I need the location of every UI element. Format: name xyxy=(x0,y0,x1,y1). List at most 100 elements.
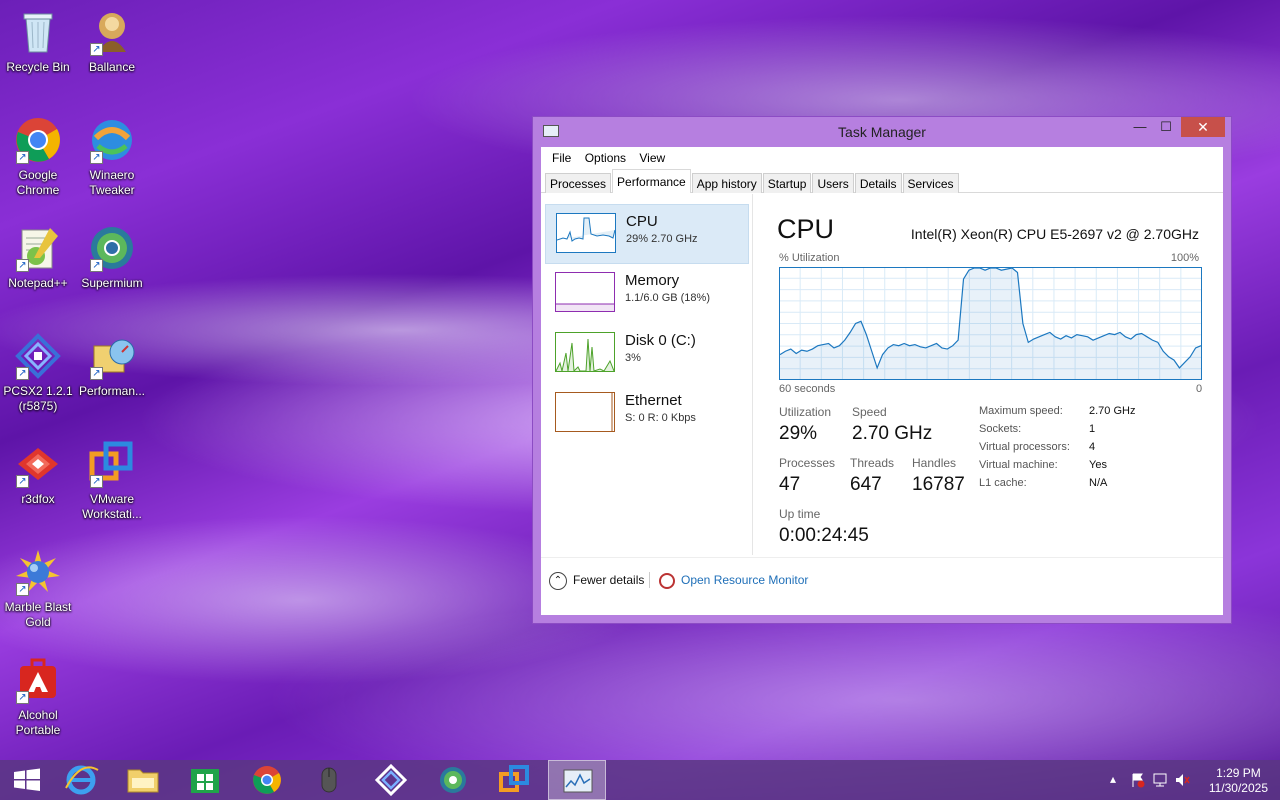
fewer-details-label: Fewer details xyxy=(573,573,645,588)
desktop-icon-r3dfox[interactable]: ↗ r3dfox xyxy=(0,440,76,507)
shortcut-arrow-icon: ↗ xyxy=(90,151,103,164)
stat-threads: Threads 647 xyxy=(850,456,894,496)
clock-time: 1:29 PM xyxy=(1216,766,1261,780)
maximize-button[interactable]: ☐ xyxy=(1153,117,1179,137)
stat-label: Utilization xyxy=(779,405,832,419)
taskbar-task-manager[interactable] xyxy=(548,760,606,800)
resource-item-memory[interactable]: Memory 1.1/6.0 GB (18%) xyxy=(545,264,749,324)
ethernet-thumbnail-graph xyxy=(555,392,615,432)
taskbar-supermium[interactable] xyxy=(424,760,482,800)
menu-file[interactable]: File xyxy=(547,147,576,169)
chevron-up-icon: ⌃ xyxy=(549,572,567,590)
desktop-icon-ballance[interactable]: ↗ Ballance xyxy=(74,8,150,75)
stat-value: 47 xyxy=(779,474,801,495)
desktop-icon-vmware-workstation[interactable]: ↗ VMware Workstati... xyxy=(74,440,150,522)
cpu-utilization-graph xyxy=(779,267,1202,380)
fewer-details-button[interactable]: ⌃ Fewer details xyxy=(549,572,644,590)
icon-label: Winaero Tweaker xyxy=(89,168,135,197)
tab-details[interactable]: Details xyxy=(854,173,902,193)
notepad-plus-plus-icon: ↗ xyxy=(14,224,62,272)
taskbar-internet-explorer[interactable] xyxy=(52,760,110,800)
resource-item-ethernet[interactable]: Ethernet S: 0 R: 0 Kbps xyxy=(545,384,749,444)
chrome-icon xyxy=(253,766,281,794)
desktop-icon-alcohol-portable[interactable]: ↗ Alcohol Portable xyxy=(0,656,76,738)
resource-item-disk[interactable]: Disk 0 (C:) 3% xyxy=(545,324,749,384)
spec-key: Sockets: xyxy=(979,423,1022,435)
show-hidden-icons-button[interactable]: ▴ xyxy=(1110,772,1116,786)
network-icon[interactable] xyxy=(1152,772,1168,788)
menu-options[interactable]: Options xyxy=(580,147,631,169)
tab-app-history[interactable]: App history xyxy=(691,173,762,193)
spec-l1-cache: L1 cache: N/A xyxy=(979,477,1107,489)
tab-services[interactable]: Services xyxy=(902,173,959,193)
window-body: File Options View Processes Performance … xyxy=(541,147,1223,615)
desktop-icon-marble-blast-gold[interactable]: ↗ Marble Blast Gold xyxy=(0,548,76,630)
supermium-icon: ↗ xyxy=(88,224,136,272)
icon-label: Supermium xyxy=(81,276,143,290)
taskbar-pcsx2[interactable] xyxy=(362,760,420,800)
desktop-icon-pcsx2[interactable]: ↗ PCSX2 1.2.1 (r5875) xyxy=(0,332,76,414)
folder-icon xyxy=(127,769,159,793)
desktop-icon-supermium[interactable]: ↗ Supermium xyxy=(74,224,150,291)
taskbar-store[interactable] xyxy=(176,760,234,800)
resource-item-cpu[interactable]: CPU 29% 2.70 GHz xyxy=(545,204,749,264)
menu-view[interactable]: View xyxy=(634,147,670,169)
utilization-axis-label: % Utilization xyxy=(779,252,840,264)
start-button[interactable] xyxy=(0,760,58,800)
desktop-icon-recycle-bin[interactable]: Recycle Bin xyxy=(0,8,76,75)
icon-label: Ballance xyxy=(88,60,136,74)
desktop-icon-winaero-tweaker[interactable]: ↗ Winaero Tweaker xyxy=(74,116,150,198)
minimize-button[interactable]: — xyxy=(1127,117,1153,137)
vmware-icon: ↗ xyxy=(88,440,136,488)
task-manager-window[interactable]: Task Manager — ☐ ✕ File Options View Pro… xyxy=(532,116,1232,624)
icon-label: Performan... xyxy=(78,384,146,398)
taskbar-file-explorer[interactable] xyxy=(114,760,172,800)
windows-logo-icon xyxy=(14,768,40,791)
tab-startup[interactable]: Startup xyxy=(762,173,812,193)
stat-value: 29% xyxy=(779,423,818,444)
taskbar-chrome[interactable] xyxy=(238,760,296,800)
action-center-flag-icon[interactable] xyxy=(1130,772,1146,788)
marble-blast-gold-icon: ↗ xyxy=(14,548,62,596)
shortcut-arrow-icon: ↗ xyxy=(16,259,29,272)
shortcut-arrow-icon: ↗ xyxy=(90,259,103,272)
recycle-bin-icon xyxy=(14,8,62,56)
detail-title: CPU xyxy=(777,214,835,244)
winaero-tweaker-icon: ↗ xyxy=(88,116,136,164)
icon-label: Notepad++ xyxy=(8,276,68,290)
taskbar-vmware[interactable] xyxy=(486,760,544,800)
task-manager-app-icon xyxy=(543,125,559,137)
spec-key: Virtual machine: xyxy=(979,459,1058,471)
stat-label: Speed xyxy=(852,405,887,419)
desktop-icon-performance[interactable]: ↗ Performan... xyxy=(74,332,150,399)
tab-bar: Processes Performance App history Startu… xyxy=(541,169,1223,193)
icon-label: VMware Workstati... xyxy=(82,492,142,521)
icon-label: Marble Blast Gold xyxy=(4,600,72,629)
mouse-icon xyxy=(321,767,337,793)
tab-processes[interactable]: Processes xyxy=(545,173,612,193)
desktop-icon-google-chrome[interactable]: ↗ Google Chrome xyxy=(0,116,76,198)
tab-performance[interactable]: Performance xyxy=(612,169,691,193)
clock[interactable]: 1:29 PM 11/30/2025 xyxy=(1209,766,1268,796)
stat-value: 16787 xyxy=(912,474,965,495)
resource-list: CPU 29% 2.70 GHz Memory 1.1/6.0 GB (18%)… xyxy=(541,194,753,555)
shortcut-arrow-icon: ↗ xyxy=(90,43,103,56)
close-button[interactable]: ✕ xyxy=(1181,117,1225,137)
shortcut-arrow-icon: ↗ xyxy=(90,475,103,488)
volume-muted-icon[interactable] xyxy=(1174,772,1190,788)
stat-label: Up time xyxy=(779,507,821,521)
stat-value: 2.70 GHz xyxy=(852,423,933,444)
spec-key: L1 cache: xyxy=(979,477,1027,489)
desktop-icon-notepad-plus-plus[interactable]: ↗ Notepad++ xyxy=(0,224,76,291)
open-resource-monitor-link[interactable]: Open Resource Monitor xyxy=(659,573,808,589)
alcohol-portable-icon: ↗ xyxy=(14,656,62,704)
cpu-thumbnail-graph xyxy=(556,213,616,253)
ballance-icon: ↗ xyxy=(88,8,136,56)
title-bar[interactable]: Task Manager — ☐ ✕ xyxy=(533,117,1231,145)
tab-users[interactable]: Users xyxy=(812,173,854,193)
stat-uptime: Up time 0:00:24:45 xyxy=(779,507,869,547)
icon-label: Alcohol Portable xyxy=(15,708,61,737)
resource-summary: 3% xyxy=(625,352,641,364)
stat-handles: Handles 16787 xyxy=(912,456,965,496)
taskbar-mouse-app[interactable] xyxy=(300,760,358,800)
